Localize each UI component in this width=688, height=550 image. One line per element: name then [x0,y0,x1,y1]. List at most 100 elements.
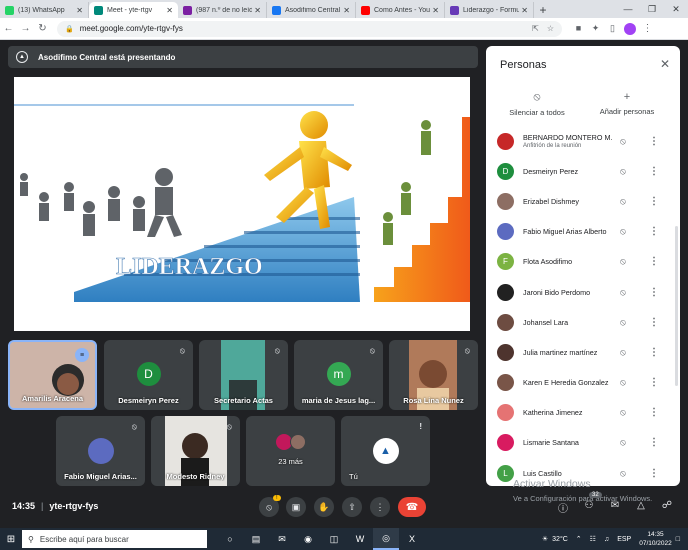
more-options-icon[interactable]: ⋮ [649,317,659,328]
leave-call-button[interactable]: ☎ [398,497,426,517]
tile-more-participants[interactable]: 23 más [246,416,335,486]
browser-tab[interactable]: (987 n.º de no leíd ✕ [178,2,267,18]
more-options-icon[interactable]: ⋮ [649,347,659,358]
share-icon[interactable]: ⇱ [532,24,539,33]
reload-icon[interactable]: ↻ [34,23,51,34]
task-switch-icon[interactable]: ▤ [243,528,269,550]
participant-row[interactable]: BERNARDO MONTERO M... Anfitrión de la reu… [486,126,680,156]
mute-all-button[interactable]: ⦸ Silenciar a todos [492,91,582,117]
puzzle-icon[interactable]: ✦ [587,23,604,34]
panel-scrollbar[interactable] [675,226,678,386]
add-people-button[interactable]: + Añadir personas [582,91,672,116]
browser-tab[interactable]: Como Antes - You ✕ [356,2,445,18]
mail-icon[interactable]: ✉ [269,528,295,550]
browser-tab[interactable]: Meet - yte-rtgv ✕ [89,2,178,18]
info-icon[interactable]: ⓘ [556,500,570,515]
tile-desmeiryn[interactable]: ⦸ D Desmeiryn Perez [104,340,193,410]
participant-row[interactable]: Johansel Lara ⦸ ⋮ [486,307,680,337]
tab-close-icon[interactable]: ✕ [521,6,528,15]
more-options-button[interactable]: ⋮ [370,497,390,517]
participant-row[interactable]: Fabio Miguel Arias Alberto ⦸ ⋮ [486,217,680,247]
chat-icon[interactable]: ✉ [608,500,622,511]
excel-icon[interactable]: X [399,528,425,550]
tile-fabio[interactable]: ⦸ Fabio Miguel Arias... [56,416,145,486]
chrome-icon[interactable]: ◎ [373,528,399,550]
browser-tab[interactable]: (13) WhatsApp ✕ [0,2,89,18]
tile-amarilis[interactable]: ≡ Amarilis Aracena [8,340,97,410]
forward-icon[interactable]: → [17,23,34,34]
camera-button[interactable]: ▣ [286,497,306,517]
word-icon[interactable]: W [347,528,373,550]
minimize-icon[interactable]: — [616,0,640,18]
tile-rosa[interactable]: ⦸ Rosa Lina Nunez [389,340,478,410]
present-button[interactable]: ⇧ [342,497,362,517]
muted-mic-icon[interactable]: ⦸ [620,136,626,147]
tab-close-icon[interactable]: ✕ [432,6,439,15]
participant-row[interactable]: Katherina Jimenez ⦸ ⋮ [486,398,680,428]
taskbar-search[interactable]: ⚲ Escribe aquí para buscar [22,530,207,548]
back-icon[interactable]: ← [0,23,17,34]
task-view-icon[interactable]: ○ [217,528,243,550]
close-window-icon[interactable]: ✕ [664,0,688,18]
restore-icon[interactable]: ❐ [640,0,664,18]
bookmark-star-icon[interactable]: ☆ [547,24,554,33]
browser-tab[interactable]: Liderazgo - Formu ✕ [445,2,534,18]
new-tab-button[interactable]: + [534,2,552,18]
muted-mic-icon[interactable]: ⦸ [620,437,626,448]
muted-mic-icon[interactable]: ⦸ [620,226,626,237]
url-field[interactable]: 🔒 meet.google.com/yte-rtgv-fys ⇱ ☆ [57,20,562,37]
sidepanel-icon[interactable]: ▯ [604,23,621,34]
volume-icon[interactable]: ♫ [604,536,609,543]
participant-row[interactable]: Julia martinez martínez ⦸ ⋮ [486,337,680,367]
more-options-icon[interactable]: ⋮ [649,166,659,177]
participant-row[interactable]: Erizabel Dishmey ⦸ ⋮ [486,186,680,216]
raise-hand-button[interactable]: ✋ [314,497,334,517]
more-options-icon[interactable]: ⋮ [649,468,659,479]
menu-dots-icon[interactable]: ⋮ [639,23,656,34]
muted-mic-icon[interactable]: ⦸ [620,287,626,298]
more-options-icon[interactable]: ⋮ [649,407,659,418]
close-panel-icon[interactable]: ✕ [660,57,670,71]
network-icon[interactable]: ☷ [590,535,596,543]
more-options-icon[interactable]: ⋮ [649,196,659,207]
more-options-icon[interactable]: ⋮ [649,226,659,237]
host-controls-icon[interactable]: ☍ [660,500,674,511]
muted-mic-icon[interactable]: ⦸ [620,196,626,207]
clock[interactable]: 14:35 07/10/2022 [639,530,672,548]
more-options-icon[interactable]: ⋮ [649,287,659,298]
muted-mic-icon[interactable]: ⦸ [620,347,626,358]
participant-row[interactable]: F Flota Asodifimo ⦸ ⋮ [486,247,680,277]
more-options-icon[interactable]: ⋮ [649,136,659,147]
activities-icon[interactable]: △ [634,500,648,511]
tab-close-icon[interactable]: ✕ [166,6,173,15]
muted-mic-icon[interactable]: ⦸ [620,256,626,267]
muted-mic-icon[interactable]: ⦸ [620,317,626,328]
file-explorer-icon[interactable]: ◫ [321,528,347,550]
more-options-icon[interactable]: ⋮ [649,377,659,388]
participant-row[interactable]: D Desmeiryn Perez ⦸ ⋮ [486,156,680,186]
tile-modesto[interactable]: ⦸ Modesto Ridney [151,416,240,486]
muted-mic-icon[interactable]: ⦸ [620,166,626,177]
muted-mic-icon[interactable]: ⦸ [620,377,626,388]
tab-close-icon[interactable]: ✕ [76,6,83,15]
participant-row[interactable]: Karen E Heredia Gonzalez ⦸ ⋮ [486,368,680,398]
windows-start-icon[interactable]: ⊞ [0,528,22,550]
more-options-icon[interactable]: ⋮ [649,256,659,267]
extension-icon[interactable]: ■ [570,23,587,34]
language-indicator[interactable]: ESP [617,536,631,543]
tile-self[interactable]: ! ▲ Tú [341,416,430,486]
muted-mic-icon[interactable]: ⦸ [620,468,626,479]
participant-row[interactable]: Lismarie Santana ⦸ ⋮ [486,428,680,458]
tray-arrow-icon[interactable]: ⌃ [576,535,582,543]
muted-mic-icon[interactable]: ⦸ [620,407,626,418]
tile-secretario[interactable]: ⦸ Secretario Actas [199,340,288,410]
edge-icon[interactable]: ◉ [295,528,321,550]
more-options-icon[interactable]: ⋮ [649,437,659,448]
people-icon[interactable]: ⚇ [582,500,596,511]
browser-tab[interactable]: Asodifimo Central ✕ [267,2,356,18]
tile-maria[interactable]: ⦸ m maria de Jesus lag... [294,340,383,410]
participant-row[interactable]: Jaroni Bido Perdomo ⦸ ⋮ [486,277,680,307]
notifications-icon[interactable]: □ [676,536,680,543]
tab-close-icon[interactable]: ✕ [254,6,261,15]
profile-avatar[interactable] [624,22,636,35]
